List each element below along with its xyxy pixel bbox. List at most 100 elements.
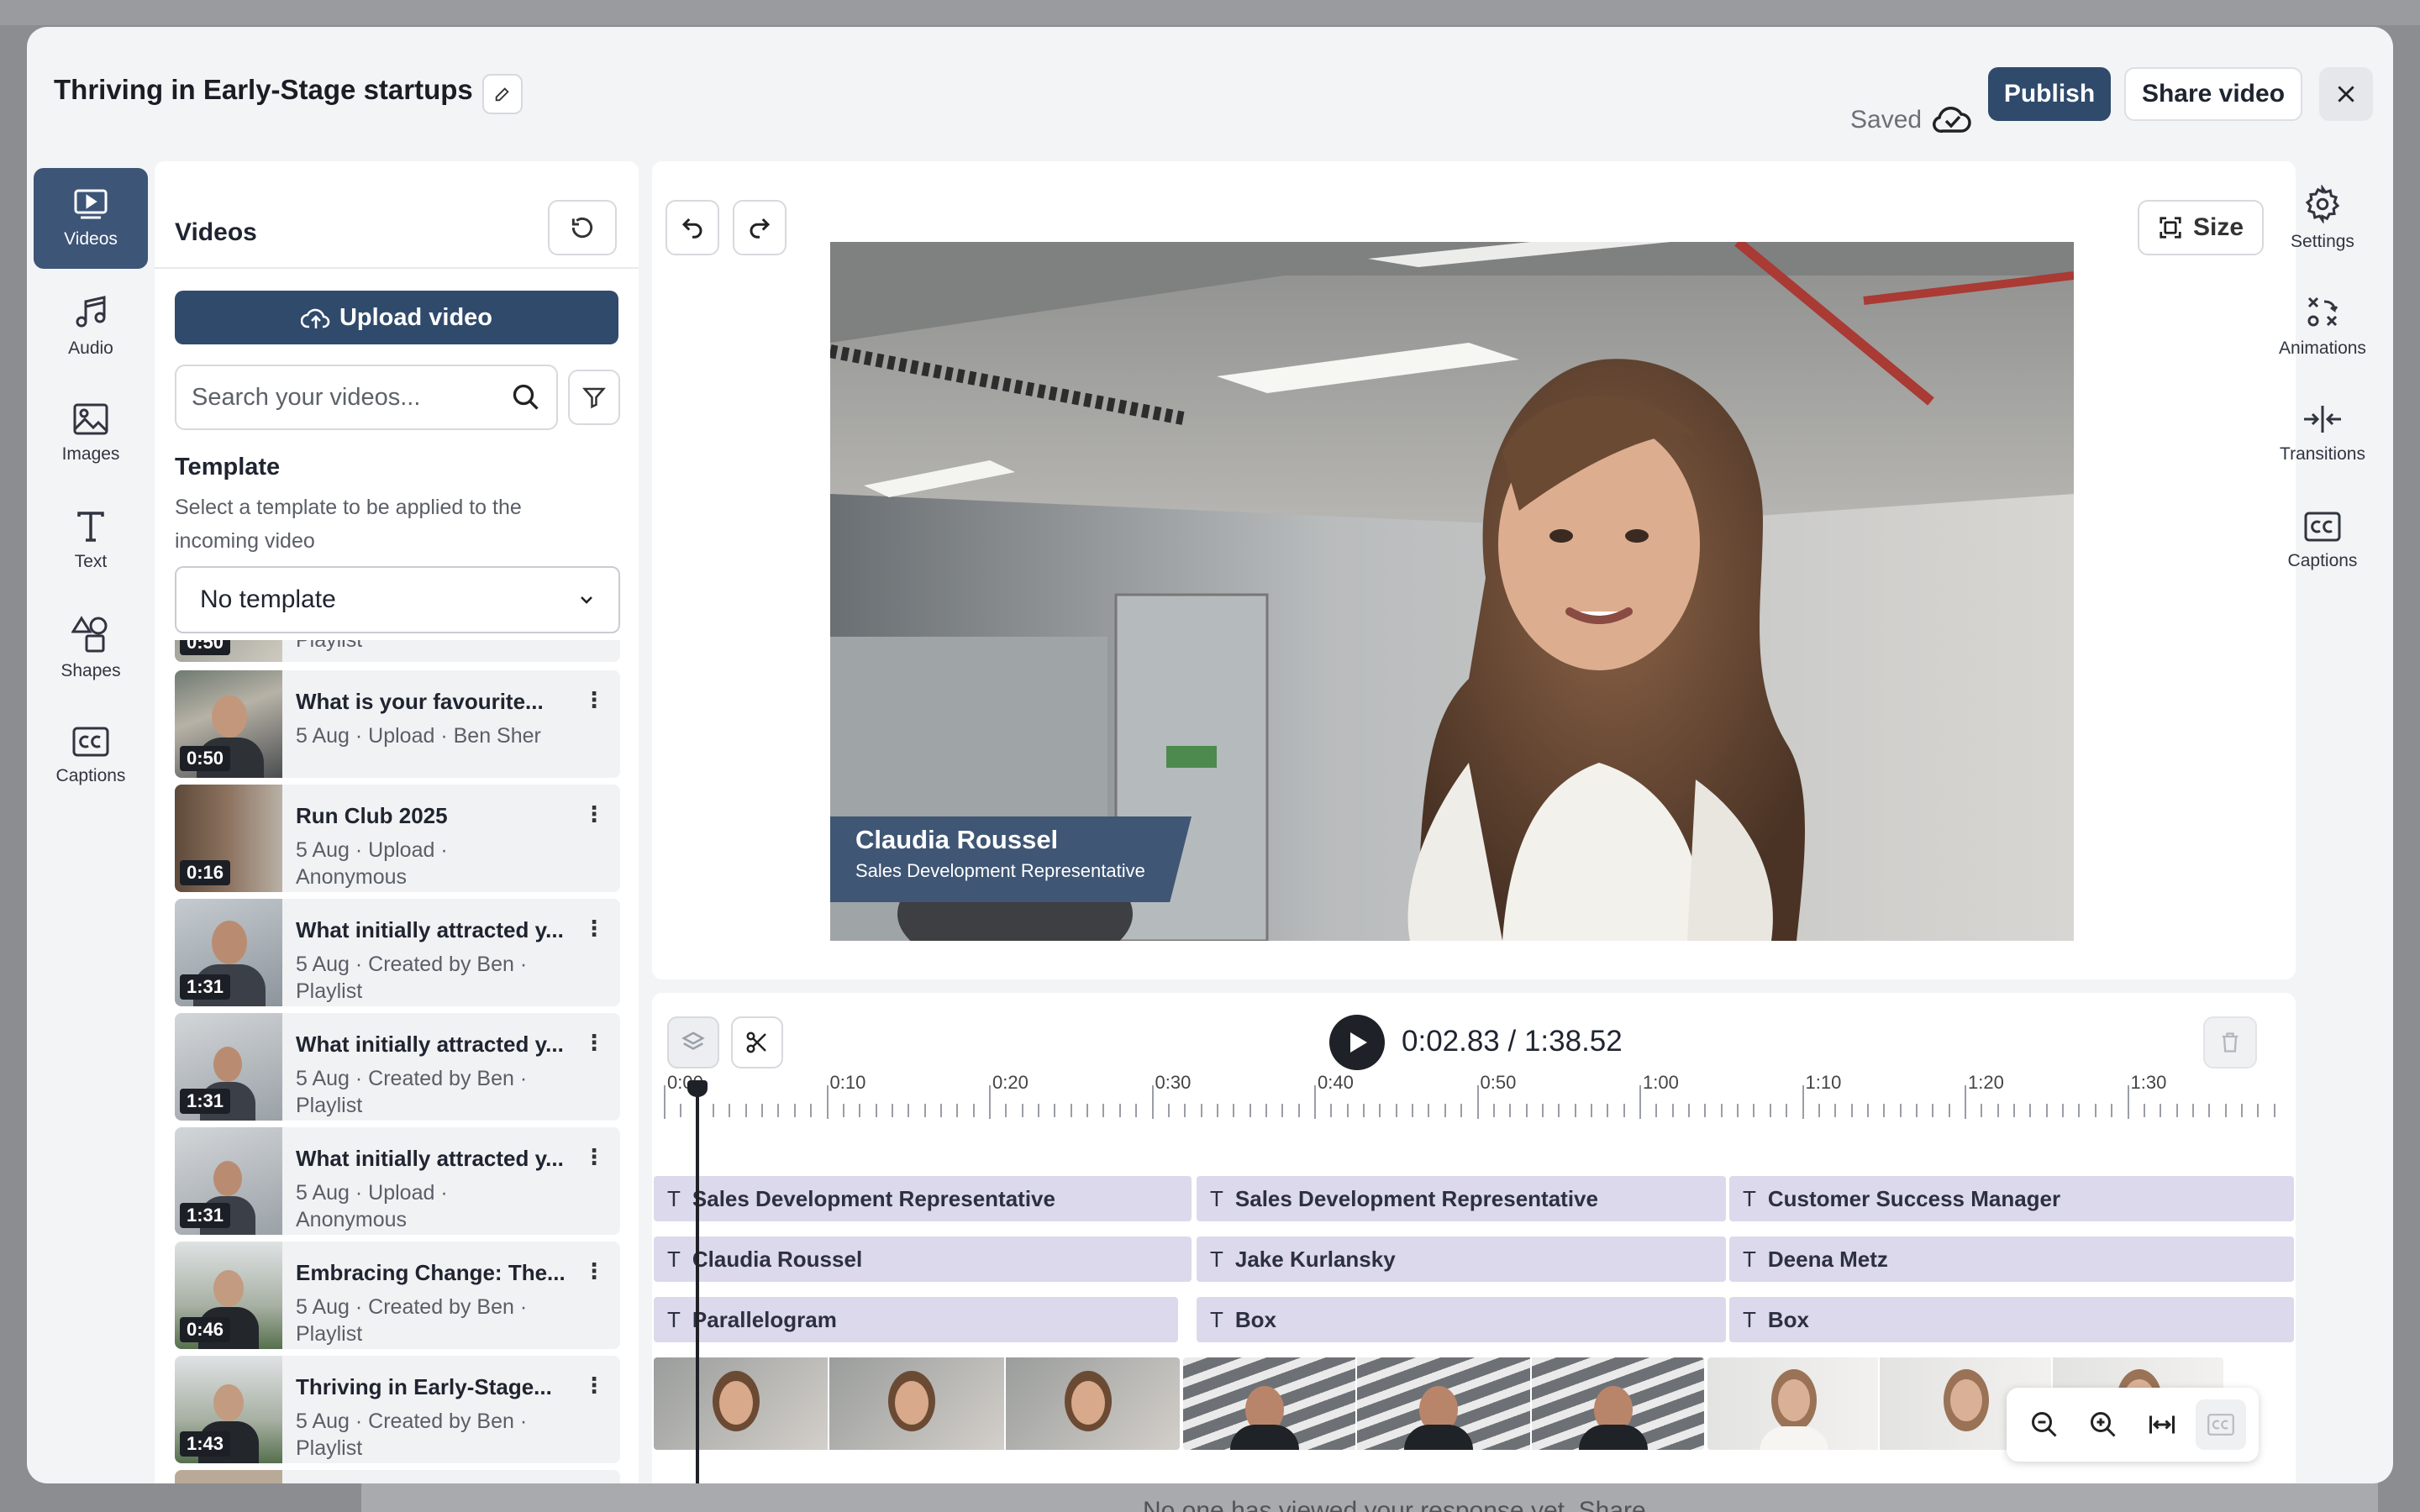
ruler-tick — [1720, 1104, 1723, 1117]
ruler-tick — [1118, 1104, 1121, 1117]
ruler-tick — [1330, 1104, 1333, 1117]
rail-animations[interactable]: Animations — [2265, 276, 2380, 376]
rail-audio[interactable]: Audio — [34, 276, 148, 376]
rail-captions-right[interactable]: Captions — [2265, 491, 2380, 591]
shape-clip[interactable]: T Parallelogram — [654, 1297, 1178, 1342]
ruler-tick — [1249, 1104, 1251, 1117]
more-options-icon[interactable]: ⋮ — [583, 1373, 605, 1399]
clip-label: Box — [1234, 1306, 1277, 1332]
text-clip[interactable]: T Claudia Roussel — [654, 1236, 1192, 1282]
upload-video-button[interactable]: Upload video — [175, 291, 618, 344]
undo-button[interactable] — [666, 200, 719, 255]
ruler-tick — [1737, 1104, 1739, 1117]
fit-timeline-button[interactable] — [2137, 1399, 2187, 1450]
list-item[interactable]: 0:50 What is your favourite... 5 Aug · U… — [175, 670, 620, 778]
more-options-icon[interactable]: ⋮ — [583, 687, 605, 713]
playhead-handle[interactable] — [687, 1080, 708, 1097]
list-item[interactable]: 0:46 Embracing Change: The... 5 Aug · Cr… — [175, 1242, 620, 1349]
timeline-ruler[interactable]: 0:00 0:10 0:20 0:30 0:40 0:50 1:00 1:10 1:20 1:30 — [652, 1068, 2296, 1122]
split-button[interactable] — [731, 1016, 783, 1068]
rail-label: Captions — [2287, 551, 2358, 570]
zoom-toolbar — [2007, 1388, 2259, 1462]
ruler-tick — [680, 1104, 682, 1117]
list-item[interactable]: 1:31 What initially attracted y... 5 Aug… — [175, 1013, 620, 1121]
ruler-tick — [713, 1104, 715, 1117]
duration-badge: 0:46 — [180, 1317, 231, 1342]
list-item[interactable]: 1:31 What initially attracted y... 5 Aug… — [175, 899, 620, 1006]
more-options-icon[interactable]: ⋮ — [583, 801, 605, 827]
shape-clip[interactable]: T Box — [1197, 1297, 1726, 1342]
size-button[interactable]: Size — [2138, 200, 2264, 255]
video-clip[interactable] — [1183, 1357, 1704, 1450]
share-video-button[interactable]: Share video — [2124, 67, 2302, 121]
list-item[interactable] — [175, 1470, 620, 1483]
ruler-tick — [1655, 1104, 1658, 1117]
redo-button[interactable] — [733, 200, 786, 255]
text-clip[interactable]: T Jake Kurlansky — [1197, 1236, 1726, 1282]
search-input[interactable]: Search your videos... — [175, 365, 558, 430]
ruler-tick — [2208, 1104, 2211, 1117]
rail-images[interactable]: Images — [34, 383, 148, 484]
publish-button[interactable]: Publish — [1988, 67, 2111, 121]
ruler-tick — [2175, 1104, 2178, 1117]
clip-label: Claudia Roussel — [692, 1246, 863, 1272]
shape-clip[interactable]: T Box — [1729, 1297, 2294, 1342]
shapes-icon — [71, 616, 108, 653]
more-options-icon[interactable]: ⋮ — [583, 1030, 605, 1056]
rail-shapes[interactable]: Shapes — [34, 598, 148, 699]
zoom-out-button[interactable] — [2019, 1399, 2070, 1450]
rail-text[interactable]: Text — [34, 491, 148, 591]
video-title: Embracing Change: The... — [296, 1260, 566, 1285]
more-options-icon[interactable]: ⋮ — [583, 1144, 605, 1170]
list-item[interactable]: 1:43 Thriving in Early-Stage... 5 Aug · … — [175, 1356, 620, 1463]
rail-captions[interactable]: Captions — [34, 706, 148, 806]
text-clip[interactable]: T Deena Metz — [1729, 1236, 2294, 1282]
edit-title-button[interactable] — [482, 74, 523, 114]
clip-label: Parallelogram — [692, 1306, 837, 1332]
ruler-tick — [1265, 1104, 1267, 1117]
text-clip[interactable]: T Customer Success Manager — [1729, 1176, 2294, 1221]
ruler-tick — [1883, 1104, 1886, 1117]
ruler-tick — [1753, 1104, 1755, 1117]
panel-title: Videos — [175, 218, 257, 246]
delete-button[interactable] — [2203, 1016, 2257, 1068]
text-clip[interactable]: T Sales Development Representative — [654, 1176, 1192, 1221]
ruler-tick — [744, 1104, 747, 1117]
ruler-tick — [1786, 1104, 1788, 1117]
more-options-icon[interactable]: ⋮ — [583, 916, 605, 942]
ruler-tick — [1509, 1104, 1512, 1117]
play-button[interactable] — [1329, 1015, 1385, 1070]
ruler-tick — [1233, 1104, 1235, 1117]
ruler-tick — [923, 1104, 926, 1117]
rail-transitions[interactable]: Transitions — [2265, 383, 2380, 484]
ruler-tick — [1607, 1104, 1609, 1117]
zoom-in-button[interactable] — [2078, 1399, 2128, 1450]
ruler-tick — [1769, 1104, 1771, 1117]
ruler-tick — [761, 1104, 764, 1117]
ruler-tick — [2224, 1104, 2227, 1117]
ruler-tick — [1492, 1104, 1495, 1117]
resize-icon — [2160, 217, 2181, 239]
list-item[interactable]: 1:31 What initially attracted y... 5 Aug… — [175, 1127, 620, 1235]
refresh-button[interactable] — [548, 200, 617, 255]
layers-button[interactable] — [667, 1016, 719, 1068]
ruler-tick — [1184, 1104, 1186, 1117]
template-select[interactable]: No template — [175, 566, 620, 633]
rail-videos[interactable]: Videos — [34, 168, 148, 269]
filter-button[interactable] — [568, 370, 620, 425]
rail-settings[interactable]: Settings — [2265, 168, 2380, 269]
video-list: 0:50 Playlist 0:50 What is your favourit… — [175, 640, 620, 1483]
template-heading: Template — [175, 454, 281, 480]
playhead-line — [696, 1084, 699, 1483]
text-clip[interactable]: T Sales Development Representative — [1197, 1176, 1726, 1221]
more-options-icon[interactable]: ⋮ — [583, 1258, 605, 1284]
video-editor-modal: Thriving in Early-Stage startups Saved P… — [27, 27, 2393, 1483]
video-thumbnail — [175, 1470, 282, 1483]
saved-status: Saved — [1850, 106, 1923, 134]
transitions-icon — [2304, 406, 2341, 433]
list-item[interactable]: 0:50 Playlist — [175, 640, 620, 662]
captions-toggle-button[interactable] — [2196, 1399, 2246, 1450]
video-clip[interactable] — [654, 1357, 1180, 1450]
close-button[interactable] — [2319, 67, 2373, 121]
list-item[interactable]: 0:16 Run Club 2025 5 Aug · Upload · Anon… — [175, 785, 620, 892]
